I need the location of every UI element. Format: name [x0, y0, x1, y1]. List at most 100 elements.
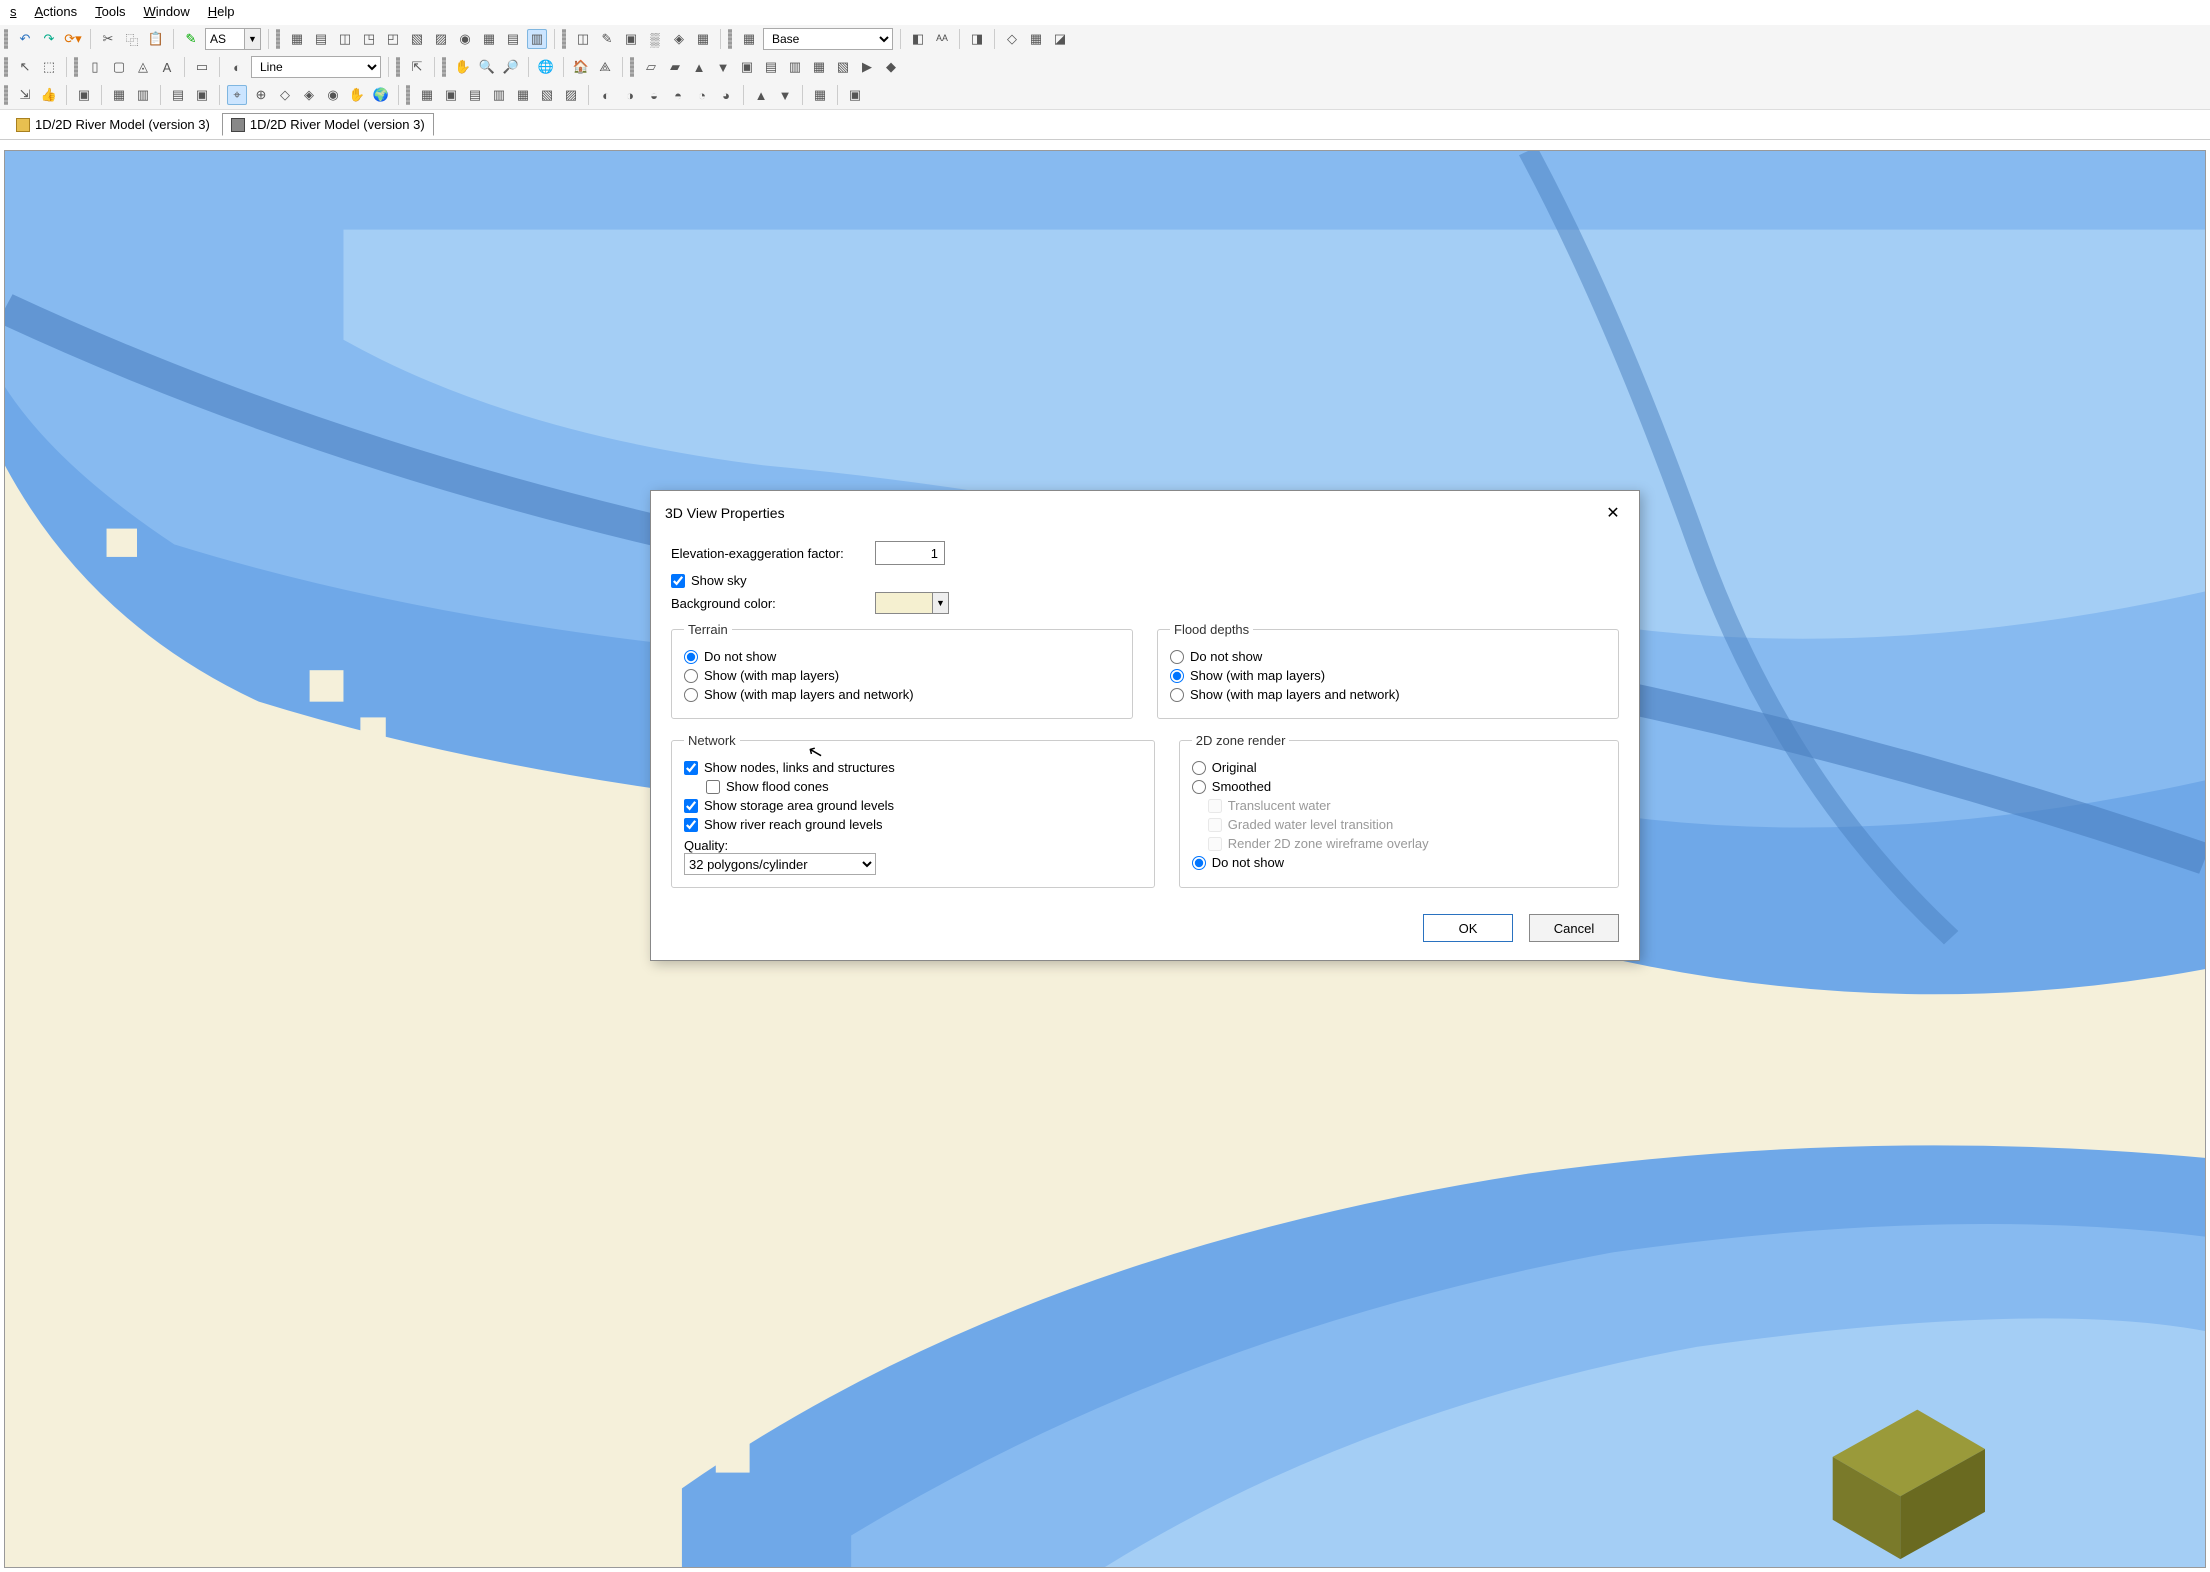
tool-icon[interactable]: ▨	[431, 29, 451, 49]
quality-select[interactable]: 32 polygons/cylinder	[684, 853, 876, 875]
tool-icon[interactable]: ◇	[1002, 29, 1022, 49]
flood-maplayers-radio[interactable]	[1170, 669, 1184, 683]
tool-icon[interactable]: ◆	[881, 57, 901, 77]
zoom-in-icon[interactable]: 🔍	[477, 57, 497, 77]
cancel-button[interactable]: Cancel	[1529, 914, 1619, 942]
tool-icon[interactable]: ◐	[596, 85, 616, 105]
show-cones-checkbox[interactable]	[706, 780, 720, 794]
tool-icon[interactable]: ▼	[713, 57, 733, 77]
pointer-icon[interactable]: ↖	[15, 57, 35, 77]
tool-icon[interactable]: ▧	[537, 85, 557, 105]
tool-icon[interactable]: ▲	[689, 57, 709, 77]
as-combo[interactable]: ▼	[205, 28, 261, 50]
globe-icon[interactable]: 🌐	[536, 57, 556, 77]
tool-icon[interactable]: ✎	[597, 29, 617, 49]
tool-icon[interactable]: ▦	[479, 29, 499, 49]
terrain-maplayers-radio[interactable]	[684, 669, 698, 683]
hand-icon[interactable]: ✋	[347, 85, 367, 105]
tab-model-2[interactable]: 1D/2D River Model (version 3)	[222, 113, 434, 136]
tool-icon[interactable]: ▣	[737, 57, 757, 77]
tool-icon[interactable]: ▦	[810, 85, 830, 105]
tool-icon[interactable]: ▤	[168, 85, 188, 105]
highlight-icon[interactable]: ✎	[181, 29, 201, 49]
tool-icon[interactable]: ▣	[441, 85, 461, 105]
tool-icon[interactable]: ▢	[109, 57, 129, 77]
tool-icon[interactable]: ▦	[809, 57, 829, 77]
tool-icon[interactable]: ▥	[133, 85, 153, 105]
tool-icon[interactable]: ▶	[857, 57, 877, 77]
tool-icon[interactable]: ◰	[383, 29, 403, 49]
thumb-icon[interactable]: 👍	[39, 85, 59, 105]
tool-icon[interactable]: ▨	[561, 85, 581, 105]
tool-icon[interactable]: ◧	[908, 29, 928, 49]
tool-icon[interactable]: ⟁	[595, 57, 615, 77]
tool-icon[interactable]: ▤	[465, 85, 485, 105]
show-sky-checkbox[interactable]	[671, 574, 685, 588]
copy-icon[interactable]: ⿻	[122, 29, 142, 49]
show-storage-checkbox[interactable]	[684, 799, 698, 813]
bg-color-picker[interactable]: ▼	[875, 592, 949, 614]
tool-icon[interactable]: ▥	[785, 57, 805, 77]
zone-original-radio[interactable]	[1192, 761, 1206, 775]
tool-icon[interactable]: ▦	[109, 85, 129, 105]
terrain-network-radio[interactable]	[684, 688, 698, 702]
tool-icon[interactable]: ◒	[644, 85, 664, 105]
ok-button[interactable]: OK	[1423, 914, 1513, 942]
show-nodes-checkbox[interactable]	[684, 761, 698, 775]
tool-icon[interactable]: ▦	[739, 29, 759, 49]
globe-icon[interactable]: ◐	[227, 57, 247, 77]
menu-item[interactable]: s	[10, 4, 17, 19]
hand-icon[interactable]: ✋	[453, 57, 473, 77]
tool-icon[interactable]: ◈	[669, 29, 689, 49]
tool-icon[interactable]: ◓	[668, 85, 688, 105]
tool-icon[interactable]: 🏠	[571, 57, 591, 77]
tool-icon[interactable]: ▒	[645, 29, 665, 49]
earth-icon[interactable]: 🌍	[371, 85, 391, 105]
text-icon[interactable]: A	[157, 57, 177, 77]
tool-icon[interactable]: ▦	[417, 85, 437, 105]
menu-help[interactable]: Help	[208, 4, 235, 19]
tool-icon[interactable]: ▧	[833, 57, 853, 77]
cut-icon[interactable]: ✂	[98, 29, 118, 49]
flood-network-radio[interactable]	[1170, 688, 1184, 702]
tool-icon[interactable]: ▦	[1026, 29, 1046, 49]
close-icon[interactable]: ✕	[1601, 501, 1625, 525]
menu-window[interactable]: Window	[144, 4, 190, 19]
tool-icon[interactable]: ▲	[751, 85, 771, 105]
zone-donotshow-radio[interactable]	[1192, 856, 1206, 870]
tool-icon[interactable]: ◫	[573, 29, 593, 49]
tool-icon[interactable]: ᴬᴬ	[932, 29, 952, 49]
tool-icon[interactable]: ▤	[761, 57, 781, 77]
tool-icon[interactable]: ▦	[513, 85, 533, 105]
tool-icon[interactable]: ◕	[716, 85, 736, 105]
tool-icon[interactable]: ▣	[192, 85, 212, 105]
tool-icon[interactable]: ▤	[311, 29, 331, 49]
tool-icon[interactable]: ▣	[74, 85, 94, 105]
tool-icon[interactable]: ◫	[335, 29, 355, 49]
show-river-checkbox[interactable]	[684, 818, 698, 832]
tool-icon[interactable]: ▯	[85, 57, 105, 77]
tool-icon[interactable]: ◑	[620, 85, 640, 105]
target-icon[interactable]: ⌖	[227, 85, 247, 105]
redo-icon[interactable]: ↷	[39, 29, 59, 49]
tool-icon[interactable]: ◨	[967, 29, 987, 49]
tool-icon[interactable]: ▥	[527, 29, 547, 49]
zoom-plus-icon[interactable]: ⊕	[251, 85, 271, 105]
base-select[interactable]: Base	[763, 28, 893, 50]
zoom-out-icon[interactable]: 🔎	[501, 57, 521, 77]
tool-icon[interactable]: ◪	[1050, 29, 1070, 49]
menu-tools[interactable]: Tools	[95, 4, 125, 19]
tool-icon[interactable]: ▧	[407, 29, 427, 49]
menu-actions[interactable]: Actions	[35, 4, 78, 19]
tool-icon[interactable]: ◇	[275, 85, 295, 105]
terrain-donotshow-radio[interactable]	[684, 650, 698, 664]
tool-icon[interactable]: ▤	[503, 29, 523, 49]
tab-model-1[interactable]: 1D/2D River Model (version 3)	[8, 114, 218, 135]
tool-icon[interactable]: ◉	[455, 29, 475, 49]
tool-icon[interactable]: ▣	[845, 85, 865, 105]
tool-icon[interactable]: ◬	[133, 57, 153, 77]
elevation-input[interactable]	[875, 541, 945, 565]
line-select[interactable]: Line	[251, 56, 381, 78]
tool-icon[interactable]: ▰	[665, 57, 685, 77]
as-input[interactable]	[205, 28, 245, 50]
